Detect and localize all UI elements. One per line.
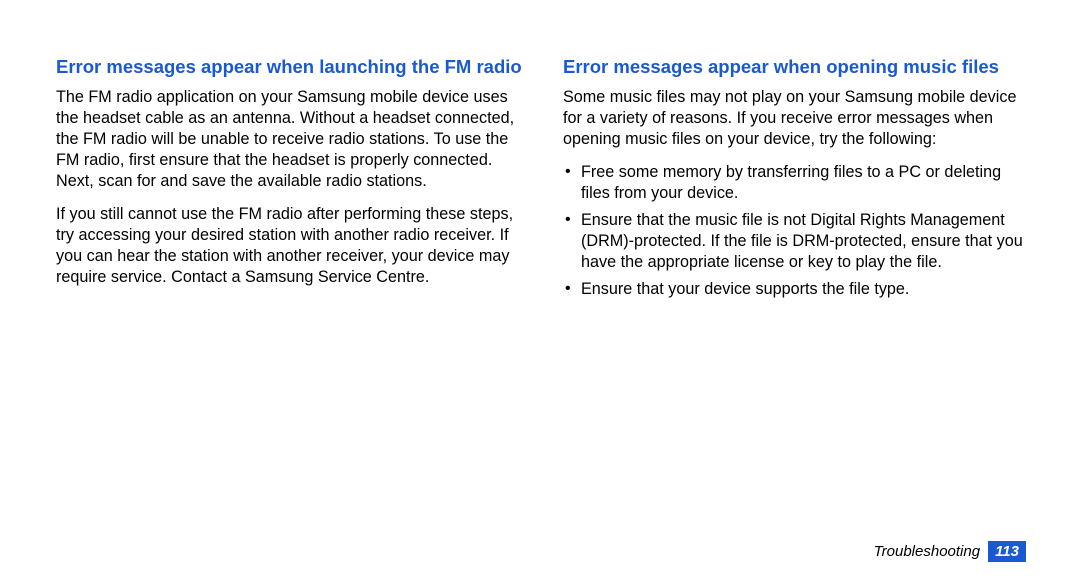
footer-section-name: Troubleshooting bbox=[874, 543, 980, 560]
right-bullets: Free some memory by transferring files t… bbox=[563, 162, 1030, 300]
left-paragraph-1: The FM radio application on your Samsung… bbox=[56, 87, 523, 192]
manual-page: Error messages appear when launching the… bbox=[0, 0, 1080, 586]
left-column: Error messages appear when launching the… bbox=[56, 56, 523, 541]
right-column: Error messages appear when opening music… bbox=[563, 56, 1030, 541]
left-heading: Error messages appear when launching the… bbox=[56, 56, 523, 79]
left-paragraph-2: If you still cannot use the FM radio aft… bbox=[56, 204, 523, 288]
page-footer: Troubleshooting 113 bbox=[56, 541, 1030, 566]
columns: Error messages appear when launching the… bbox=[56, 56, 1030, 541]
list-item: Free some memory by transferring files t… bbox=[563, 162, 1030, 204]
list-item: Ensure that the music file is not Digita… bbox=[563, 210, 1030, 273]
list-item: Ensure that your device supports the fil… bbox=[563, 279, 1030, 300]
right-heading: Error messages appear when opening music… bbox=[563, 56, 1030, 79]
right-intro: Some music files may not play on your Sa… bbox=[563, 87, 1030, 150]
page-number-badge: 113 bbox=[988, 541, 1026, 562]
